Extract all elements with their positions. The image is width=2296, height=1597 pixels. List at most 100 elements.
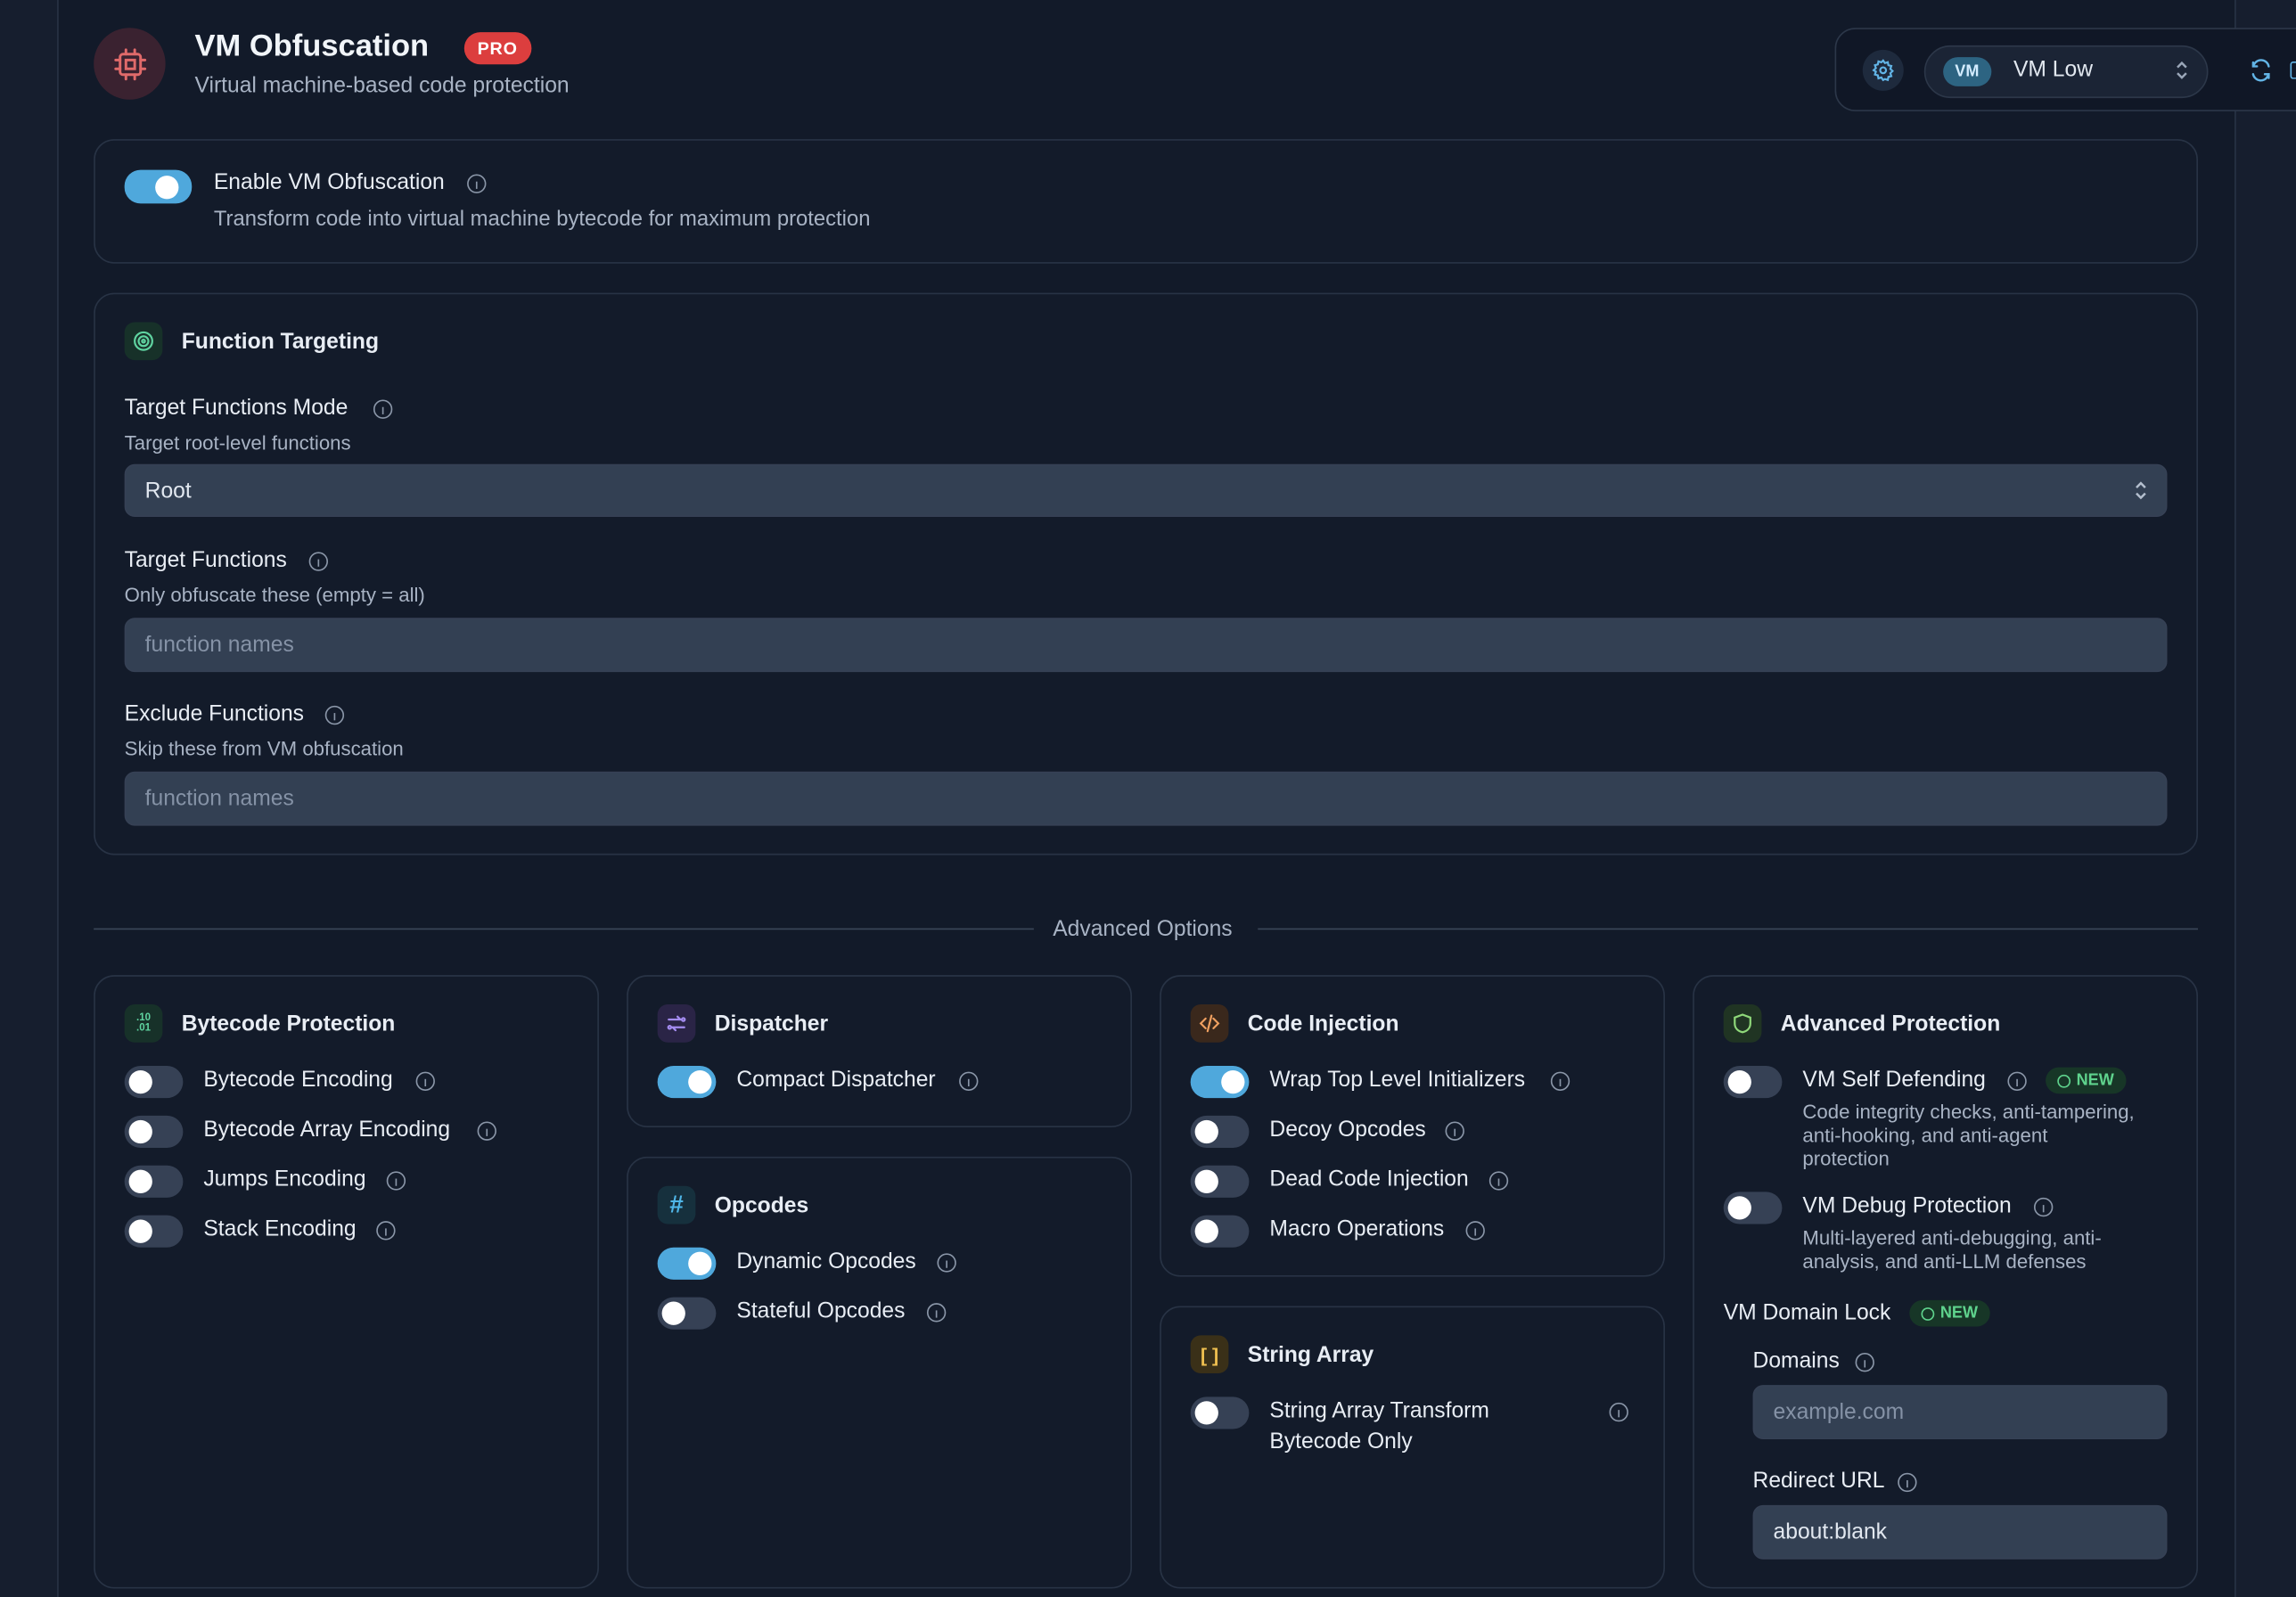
info-icon[interactable] [1445, 1121, 1464, 1141]
bytecode-encoding-label: Bytecode Encoding [203, 1067, 393, 1093]
binary-icon: .10.01 [124, 1004, 163, 1043]
shield-icon [1723, 1004, 1762, 1043]
decoy-opcodes-toggle[interactable] [1190, 1115, 1250, 1149]
jumps-encoding-toggle[interactable] [124, 1165, 184, 1198]
chevron-updown-icon [2177, 61, 2187, 79]
redirect-url-input[interactable]: about:blank [1752, 1504, 2168, 1560]
vm-badge: VM [1943, 57, 1991, 86]
domains-placeholder: example.com [1773, 1399, 1905, 1425]
advanced-options-label: Advanced Options [1053, 916, 1233, 942]
compact-dispatcher-toggle[interactable] [657, 1066, 717, 1099]
bytecode-encoding-toggle[interactable] [124, 1066, 184, 1099]
vm-debug-protection-label: VM Debug Protection [1802, 1192, 2012, 1218]
refresh-icon[interactable] [2249, 59, 2272, 82]
stack-encoding-label: Stack Encoding [203, 1216, 357, 1242]
target-icon [124, 322, 163, 361]
info-icon[interactable] [1488, 1171, 1509, 1191]
stateful-opcodes-label: Stateful Opcodes [736, 1298, 906, 1324]
target-functions-label: Target Functions [124, 547, 287, 573]
domains-label: Domains [1752, 1348, 1840, 1374]
gear-icon [1872, 59, 1894, 82]
string-array-transform-toggle[interactable] [1190, 1396, 1250, 1429]
target-functions-input[interactable]: function names [124, 618, 2168, 673]
target-functions-description: Only obfuscate these (empty = all) [124, 584, 425, 607]
vm-domain-lock-label: VM Domain Lock [1723, 1299, 1891, 1325]
string-array-title: String Array [1247, 1342, 1374, 1368]
dispatcher-card [627, 975, 1132, 1128]
dynamic-opcodes-toggle[interactable] [657, 1247, 717, 1280]
info-icon[interactable] [1550, 1071, 1570, 1091]
info-icon[interactable] [477, 1121, 496, 1141]
info-icon[interactable] [1609, 1402, 1628, 1422]
page-subtitle: Virtual machine-based code protection [194, 73, 570, 99]
exclude-functions-label: Exclude Functions [124, 700, 305, 726]
pro-badge: PRO [463, 32, 531, 65]
info-icon[interactable] [308, 552, 329, 571]
function-targeting-title: Function Targeting [181, 329, 380, 355]
new-badge: NEW [2046, 1067, 2126, 1094]
info-icon[interactable] [2007, 1071, 2027, 1091]
stateful-opcodes-toggle[interactable] [657, 1297, 717, 1330]
info-icon[interactable] [1898, 1472, 1917, 1493]
vm-debug-description-1: Multi-layered anti-debugging, anti- [1802, 1226, 2102, 1249]
exclude-functions-input[interactable]: function names [124, 771, 2168, 826]
dispatch-icon [657, 1004, 696, 1043]
redirect-url-value: about:blank [1773, 1519, 1888, 1545]
wrap-initializers-toggle[interactable] [1190, 1066, 1250, 1099]
dead-code-injection-toggle[interactable] [1190, 1165, 1250, 1198]
target-mode-select[interactable]: Root [124, 463, 2168, 517]
toolbar-edge-icon[interactable] [2290, 61, 2296, 79]
info-icon [1921, 1306, 1935, 1321]
stack-encoding-toggle[interactable] [124, 1215, 184, 1248]
code-icon [1190, 1004, 1229, 1043]
info-icon[interactable] [959, 1071, 979, 1091]
new-badge: NEW [1909, 1299, 1990, 1327]
macro-operations-toggle[interactable] [1190, 1215, 1250, 1248]
enable-card [94, 139, 2198, 264]
string-array-transform-label-line2: Bytecode Only [1269, 1429, 1413, 1454]
domains-input[interactable]: example.com [1752, 1385, 2168, 1439]
dynamic-opcodes-label: Dynamic Opcodes [736, 1249, 916, 1274]
bytecode-array-encoding-toggle[interactable] [124, 1115, 184, 1149]
info-icon[interactable] [1855, 1353, 1874, 1372]
page: VM Obfuscation PRO Virtual machine-based… [0, 0, 2296, 1597]
info-icon[interactable] [2033, 1197, 2054, 1217]
exclude-functions-placeholder: function names [144, 786, 294, 812]
info-icon[interactable] [324, 705, 345, 725]
decoy-opcodes-label: Decoy Opcodes [1269, 1117, 1426, 1142]
info-icon[interactable] [376, 1221, 396, 1241]
opcodes-card [627, 1156, 1132, 1589]
target-mode-label: Target Functions Mode [124, 395, 348, 421]
dispatcher-title: Dispatcher [714, 1011, 829, 1037]
enable-vm-description: Transform code into virtual machine byte… [213, 208, 871, 232]
wrap-initializers-label: Wrap Top Level Initializers [1269, 1067, 1526, 1093]
bytecode-array-encoding-label: Bytecode Array Encoding [203, 1117, 451, 1142]
jumps-encoding-label: Jumps Encoding [203, 1167, 366, 1192]
enable-vm-label: Enable VM Obfuscation [213, 169, 445, 195]
vm-self-defending-toggle[interactable] [1723, 1066, 1783, 1099]
exclude-functions-description: Skip these from VM obfuscation [124, 738, 404, 760]
target-functions-placeholder: function names [144, 632, 294, 658]
compact-dispatcher-label: Compact Dispatcher [736, 1067, 936, 1093]
enable-vm-toggle[interactable] [124, 169, 193, 204]
info-icon[interactable] [415, 1071, 435, 1091]
info-icon[interactable] [467, 174, 487, 193]
info-icon[interactable] [1465, 1221, 1485, 1241]
redirect-url-label: Redirect URL [1752, 1468, 1885, 1494]
info-icon[interactable] [373, 399, 393, 419]
settings-button[interactable] [1862, 49, 1904, 91]
info-icon [2057, 1074, 2071, 1087]
dead-code-injection-label: Dead Code Injection [1269, 1167, 1469, 1192]
info-icon[interactable] [937, 1253, 956, 1273]
opcodes-title: Opcodes [714, 1192, 809, 1218]
info-icon[interactable] [386, 1171, 406, 1191]
hash-icon: # [657, 1185, 696, 1224]
chevron-updown-icon [2136, 481, 2146, 500]
brackets-icon: [ ] [1190, 1335, 1229, 1374]
vm-self-defending-label: VM Self Defending [1802, 1067, 1986, 1093]
cpu-icon [94, 28, 166, 100]
vm-debug-protection-toggle[interactable] [1723, 1192, 1783, 1224]
page-title: VM Obfuscation [194, 29, 430, 63]
divider-right [1258, 928, 2198, 930]
info-icon[interactable] [926, 1303, 947, 1323]
